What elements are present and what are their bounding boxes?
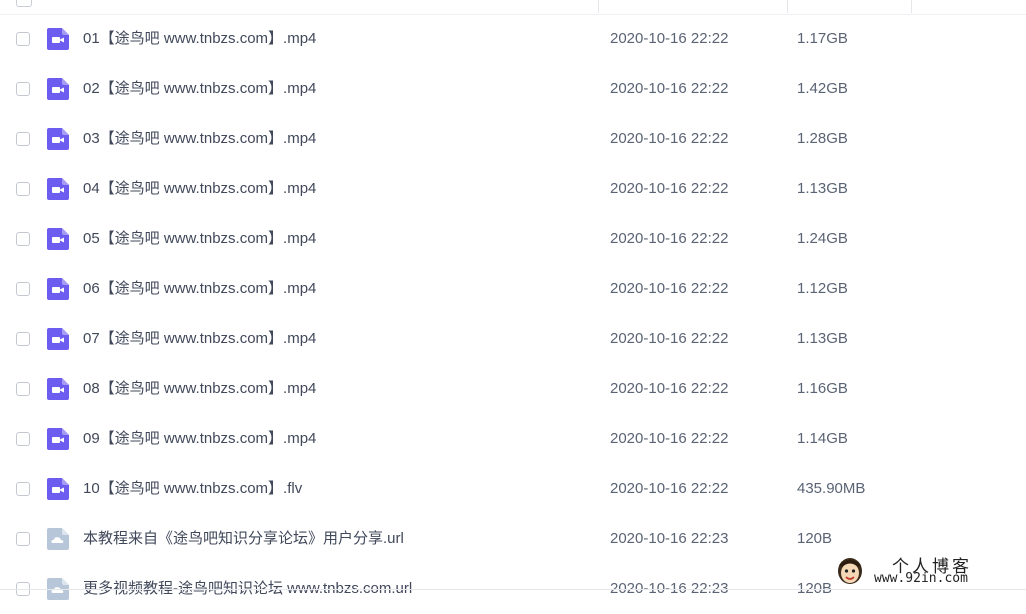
file-name[interactable]: 10【途鸟吧 www.tnbzs.com】.flv (83, 480, 302, 498)
file-checkbox[interactable] (16, 382, 30, 396)
select-all-checkbox[interactable] (16, 0, 32, 7)
column-divider (787, 0, 788, 13)
file-name[interactable]: 09【途鸟吧 www.tnbzs.com】.mp4 (83, 430, 316, 448)
file-row[interactable]: 09【途鸟吧 www.tnbzs.com】.mp4 2020-10-16 22:2… (0, 414, 1026, 464)
file-row[interactable]: 04【途鸟吧 www.tnbzs.com】.mp4 2020-10-16 22:2… (0, 164, 1026, 214)
file-size: 1.12GB (797, 280, 848, 297)
video-file-icon (47, 378, 69, 400)
file-size: 435.90MB (797, 480, 866, 497)
file-row[interactable]: 06【途鸟吧 www.tnbzs.com】.mp4 2020-10-16 22:2… (0, 264, 1026, 314)
file-name[interactable]: 01【途鸟吧 www.tnbzs.com】.mp4 (83, 30, 316, 48)
file-row[interactable]: 07【途鸟吧 www.tnbzs.com】.mp4 2020-10-16 22:2… (0, 314, 1026, 364)
file-checkbox[interactable] (16, 282, 30, 296)
column-divider (598, 0, 599, 13)
video-file-icon (47, 428, 69, 450)
file-row[interactable]: 08【途鸟吧 www.tnbzs.com】.mp4 2020-10-16 22:2… (0, 364, 1026, 414)
file-name[interactable]: 08【途鸟吧 www.tnbzs.com】.mp4 (83, 380, 316, 398)
file-row[interactable]: 10【途鸟吧 www.tnbzs.com】.flv 2020-10-16 22:2… (0, 464, 1026, 514)
file-name[interactable]: 06【途鸟吧 www.tnbzs.com】.mp4 (83, 280, 316, 298)
file-checkbox[interactable] (16, 332, 30, 346)
watermark: 个人博客 www.92in.com (832, 551, 1022, 589)
file-size: 120B (797, 530, 833, 547)
file-checkbox[interactable] (16, 132, 30, 146)
file-row[interactable]: 03【途鸟吧 www.tnbzs.com】.mp4 2020-10-16 22:2… (0, 114, 1026, 164)
file-name[interactable]: 07【途鸟吧 www.tnbzs.com】.mp4 (83, 330, 316, 348)
video-file-icon (47, 478, 69, 500)
link-file-icon (47, 528, 69, 550)
column-divider (911, 0, 912, 13)
file-modified-date: 2020-10-16 22:22 (610, 30, 729, 47)
file-name[interactable]: 02【途鸟吧 www.tnbzs.com】.mp4 (83, 80, 316, 98)
file-size: 1.13GB (797, 330, 848, 347)
video-file-icon (47, 78, 69, 100)
file-size: 1.14GB (797, 430, 848, 447)
file-size: 1.28GB (797, 130, 848, 147)
file-size: 1.24GB (797, 230, 848, 247)
file-modified-date: 2020-10-16 22:22 (610, 480, 729, 497)
video-file-icon (47, 28, 69, 50)
file-checkbox[interactable] (16, 232, 30, 246)
video-file-icon (47, 178, 69, 200)
file-checkbox[interactable] (16, 432, 30, 446)
watermark-url: www.92in.com (874, 571, 968, 586)
file-modified-date: 2020-10-16 22:22 (610, 230, 729, 247)
file-checkbox[interactable] (16, 82, 30, 96)
file-checkbox[interactable] (16, 482, 30, 496)
file-checkbox[interactable] (16, 182, 30, 196)
file-checkbox[interactable] (16, 32, 30, 46)
file-name[interactable]: 本教程来自《途鸟吧知识分享论坛》用户分享.url (83, 530, 404, 548)
file-row[interactable]: 01【途鸟吧 www.tnbzs.com】.mp4 2020-10-16 22:2… (0, 14, 1026, 64)
file-checkbox[interactable] (16, 532, 30, 546)
video-file-icon (47, 128, 69, 150)
list-bottom-divider (0, 589, 1026, 590)
file-modified-date: 2020-10-16 22:23 (610, 530, 729, 547)
video-file-icon (47, 228, 69, 250)
file-modified-date: 2020-10-16 22:22 (610, 180, 729, 197)
table-header (0, 0, 1026, 15)
blog-logo-icon (838, 558, 862, 584)
file-name[interactable]: 03【途鸟吧 www.tnbzs.com】.mp4 (83, 130, 316, 148)
video-file-icon (47, 278, 69, 300)
file-modified-date: 2020-10-16 22:22 (610, 130, 729, 147)
file-size: 1.16GB (797, 380, 848, 397)
file-size: 1.13GB (797, 180, 848, 197)
file-name[interactable]: 05【途鸟吧 www.tnbzs.com】.mp4 (83, 230, 316, 248)
file-modified-date: 2020-10-16 22:22 (610, 380, 729, 397)
file-modified-date: 2020-10-16 22:22 (610, 330, 729, 347)
file-size: 1.17GB (797, 30, 848, 47)
file-row[interactable]: 02【途鸟吧 www.tnbzs.com】.mp4 2020-10-16 22:2… (0, 64, 1026, 114)
file-size: 1.42GB (797, 80, 848, 97)
file-name[interactable]: 04【途鸟吧 www.tnbzs.com】.mp4 (83, 180, 316, 198)
video-file-icon (47, 328, 69, 350)
file-modified-date: 2020-10-16 22:22 (610, 80, 729, 97)
file-modified-date: 2020-10-16 22:22 (610, 430, 729, 447)
file-modified-date: 2020-10-16 22:22 (610, 280, 729, 297)
file-row[interactable]: 05【途鸟吧 www.tnbzs.com】.mp4 2020-10-16 22:2… (0, 214, 1026, 264)
